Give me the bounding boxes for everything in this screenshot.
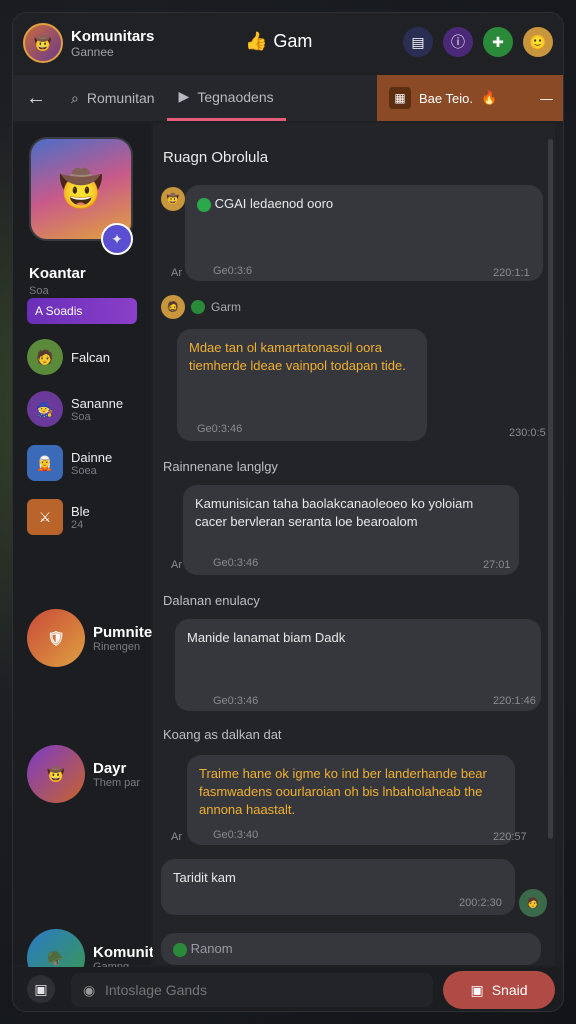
thumbs-up-icon: 👍 — [245, 31, 268, 51]
tab-base[interactable]: ▦ Bae Teio. 🔥 — — [377, 75, 563, 121]
chat-title: Ruagn Obrolula — [163, 149, 269, 166]
member-avatar: 🧝 — [27, 445, 63, 481]
member-avatar: ⚔ — [27, 499, 63, 535]
tab-bar: ← ⌕ Romunitan ▶ Tegnaodens ▦ Bae Teio. 🔥… — [13, 75, 563, 121]
member-avatar: 🧙 — [27, 391, 63, 427]
chat-panel: Ruagn Obrolula 🤠 CGAI ledaenod ooro Ar G… — [153, 123, 555, 965]
top-bar: 🤠 Komunitars Gannee 👍 Gam ▤ ⓘ ✚ 🙂 — [13, 13, 563, 73]
profile-sub: Soa — [29, 285, 49, 297]
game-label[interactable]: 👍 Gam — [245, 31, 312, 52]
member-avatar: 🤠 — [27, 745, 85, 803]
tab-community[interactable]: ⌕ Romunitan — [59, 75, 167, 121]
sender-avatar: 🧑 — [519, 889, 547, 917]
sticker-icon[interactable]: ◉ — [83, 982, 95, 999]
sender-avatar: 🧔 — [161, 295, 185, 319]
profile-tag[interactable]: A Soadis — [27, 298, 137, 324]
section-label: Koang as dalkan dat — [163, 727, 282, 742]
check-icon — [197, 197, 211, 212]
sidebar-item[interactable]: 🧑 Falcan — [27, 339, 110, 375]
grid-icon: ▦ — [389, 87, 411, 109]
app-window: 🤠 Komunitars Gannee 👍 Gam ▤ ⓘ ✚ 🙂 ← ⌕ Ro… — [12, 12, 564, 1012]
community-title: Komunitars — [71, 27, 155, 45]
attach-icon[interactable]: ▣ — [27, 975, 55, 1003]
member-avatar: 🧑 — [27, 339, 63, 375]
tab-media[interactable]: ▶ Tegnaodens — [166, 75, 286, 121]
sidebar-item[interactable]: 🧙 Sananne Soa — [27, 391, 123, 427]
status-icon — [191, 300, 205, 314]
user-avatar[interactable]: 🙂 — [523, 27, 553, 57]
sidebar-item[interactable]: ⚔ Ble 24 — [27, 499, 90, 535]
plus-icon[interactable]: ✚ — [483, 27, 513, 57]
bookmark-icon[interactable]: ▤ — [403, 27, 433, 57]
play-icon: ▶ — [178, 88, 190, 104]
arrow-left-icon[interactable]: ← — [13, 75, 59, 121]
section-label: Rainnenane langlgy — [163, 459, 278, 474]
profile-name: Koantar — [29, 265, 86, 282]
sender-row: 🧔 Garm — [161, 295, 241, 319]
sidebar-item[interactable]: 🛡 Pumnite Rinengen — [27, 609, 152, 667]
section-label: Dalanan enulacy — [163, 593, 260, 608]
message-bubble: Ranom — [161, 933, 541, 965]
composer: ▣ ◉ ▣ Snaid — [13, 967, 563, 1011]
flame-icon: 🔥 — [480, 90, 498, 105]
sidebar-item[interactable]: 🤠 Dayr Them par — [27, 745, 140, 803]
message-input[interactable] — [71, 973, 433, 1007]
sidebar: 🤠 ✦ Koantar Soa A Soadis 🧑 Falcan 🧙 Sana… — [13, 123, 154, 987]
sidebar-item[interactable]: 🧝 Dainne Soea — [27, 445, 112, 481]
member-avatar: 🛡 — [27, 609, 85, 667]
badge-icon[interactable]: ✦ — [101, 223, 133, 255]
send-button[interactable]: ▣ Snaid — [443, 971, 555, 1009]
scrollbar[interactable] — [548, 139, 553, 839]
send-icon: ▣ — [470, 981, 484, 998]
minus-icon[interactable]: — — [540, 91, 553, 106]
community-avatar[interactable]: 🤠 — [23, 23, 63, 63]
status-icon — [173, 942, 187, 957]
search-icon: ⌕ — [71, 89, 79, 106]
info-icon[interactable]: ⓘ — [443, 27, 473, 57]
sender-avatar: 🤠 — [161, 187, 185, 211]
community-subtitle: Gannee — [71, 44, 114, 59]
